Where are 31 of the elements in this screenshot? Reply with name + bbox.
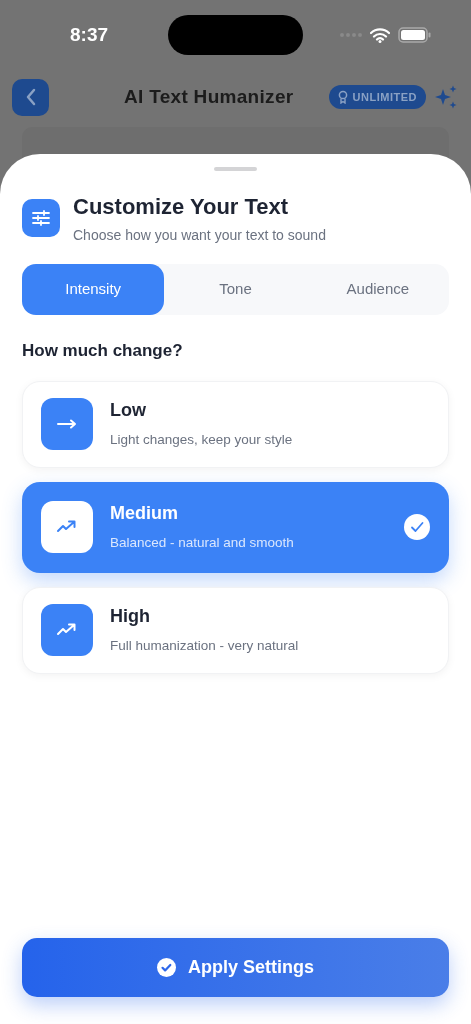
sliders-icon (22, 199, 60, 237)
apply-settings-button[interactable]: Apply Settings (22, 938, 449, 997)
option-description: Light changes, keep your style (110, 431, 294, 450)
option-description: Full humanization - very natural (110, 637, 300, 656)
battery-icon (398, 27, 431, 43)
back-icon (24, 88, 37, 106)
option-title: High (110, 605, 151, 629)
wifi-icon (370, 27, 390, 43)
tab[interactable]: Audience (306, 264, 449, 315)
unlimited-badge: UNLIMITED (328, 85, 426, 109)
screen-title: AI Text Humanizer (124, 84, 294, 109)
award-icon (337, 90, 348, 104)
tab[interactable]: Intensity (22, 264, 165, 315)
option-card[interactable]: Low Light changes, keep your style (22, 380, 449, 468)
option-card[interactable]: High Full humanization - very natural (22, 586, 449, 674)
option-description: Balanced - natural and smooth (110, 534, 295, 553)
drag-handle[interactable] (214, 167, 257, 171)
trending-up-icon (41, 604, 93, 656)
option-title: Medium (110, 502, 179, 526)
check-circle-icon (157, 958, 176, 977)
option-card[interactable]: Medium Balanced - natural and smooth (22, 481, 449, 573)
check-icon (404, 514, 430, 540)
sheet-title: Customize Your Text (73, 193, 290, 221)
sheet-subtitle: Choose how you want your text to sound (73, 226, 326, 245)
back-button[interactable] (12, 78, 49, 116)
section-heading: How much change? (22, 340, 184, 362)
trending-up-icon (41, 501, 93, 553)
option-title: Low (110, 399, 147, 423)
arrow-right-icon (41, 398, 93, 450)
status-time: 8:37 (70, 22, 109, 47)
tab[interactable]: Tone (164, 264, 307, 315)
